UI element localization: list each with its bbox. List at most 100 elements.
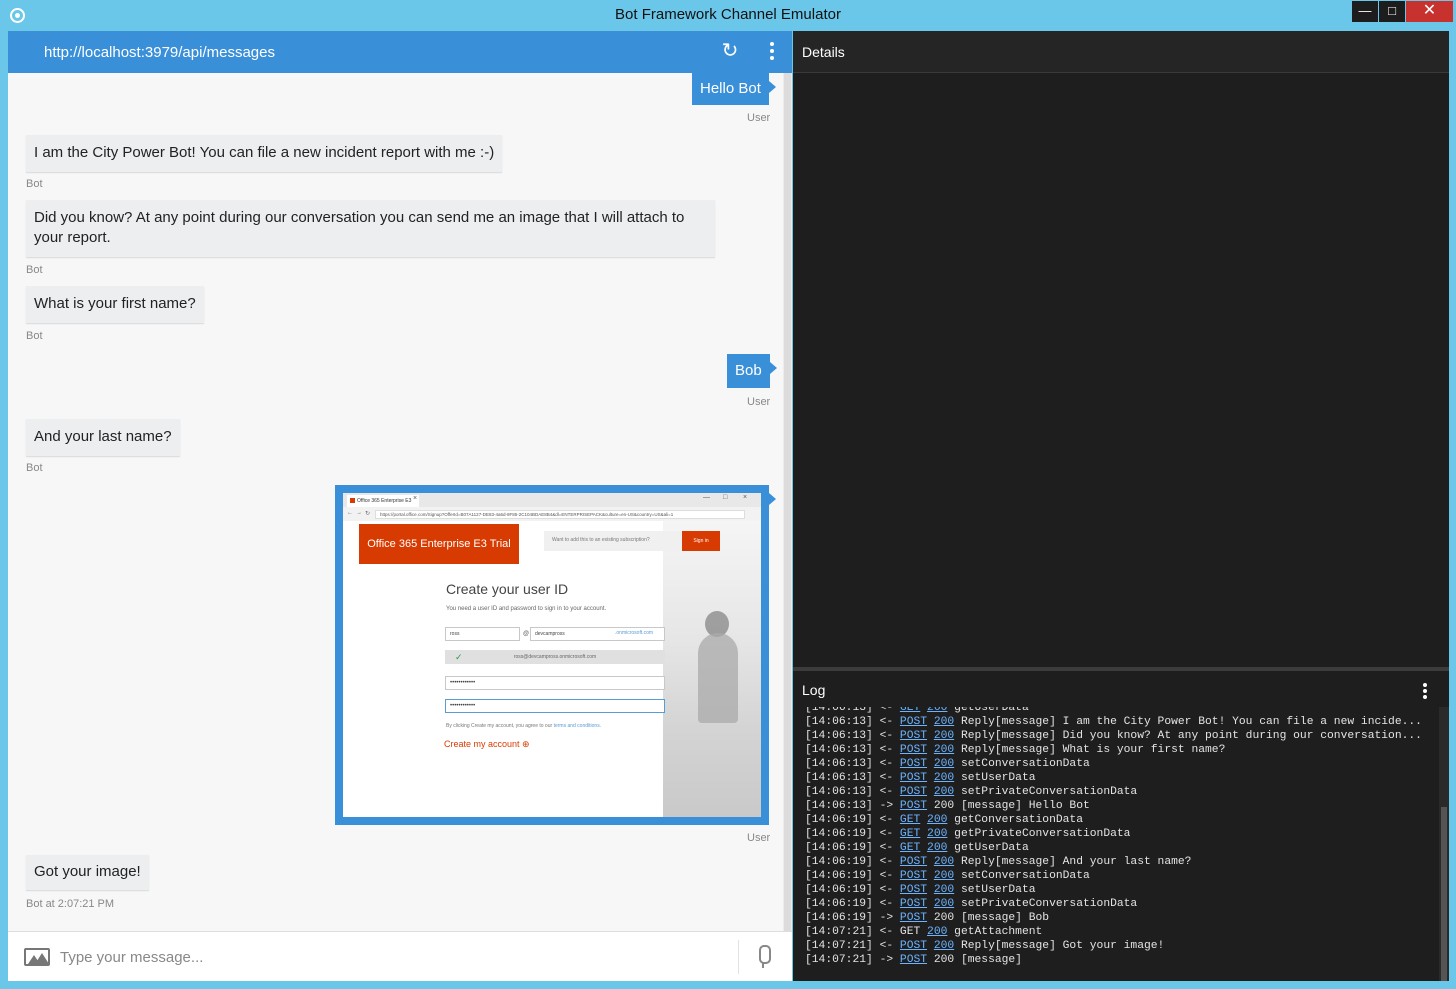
log-status[interactable]: 200: [927, 828, 947, 840]
minimize-button[interactable]: —: [1352, 1, 1378, 22]
log-method[interactable]: POST: [900, 870, 927, 882]
log-line: [14:06:19] <- POST 200 setUserData: [805, 883, 1422, 897]
log-line: [14:06:19] -> POST 200 [message] Bob: [805, 911, 1422, 925]
message-sender: Bot: [26, 264, 43, 276]
log-text: setPrivateConversationData: [960, 898, 1138, 910]
signin-prompt-box: Want to add this to an existing subscrip…: [544, 531, 720, 551]
refresh-icon[interactable]: ↻: [720, 40, 740, 62]
log-scrollbar-thumb[interactable]: [1441, 807, 1447, 981]
log-text: setUserData: [960, 772, 1036, 784]
log-status[interactable]: 200: [934, 870, 954, 882]
maximize-button[interactable]: □: [1379, 1, 1405, 22]
log-text: Reply[message] What is your first name?: [960, 744, 1226, 756]
log-status[interactable]: 200: [934, 884, 954, 896]
tab-close-icon: ×: [413, 495, 418, 502]
chat-header: http://localhost:3979/api/messages ↻: [8, 31, 792, 73]
attach-image-icon[interactable]: [24, 948, 50, 966]
log-status[interactable]: 200: [934, 786, 954, 798]
log-line: [14:07:21] <- GET 200 getAttachment: [805, 925, 1422, 939]
log-scrollbar[interactable]: [1439, 707, 1449, 981]
log-method[interactable]: GET: [900, 707, 920, 714]
reload-icon: ↻: [365, 511, 371, 517]
log-status[interactable]: 200: [934, 772, 954, 784]
log-direction: <-: [879, 884, 894, 896]
log-method[interactable]: POST: [900, 786, 927, 798]
log-direction: <-: [879, 758, 894, 770]
log-direction: <-: [879, 744, 894, 756]
log-method[interactable]: POST: [900, 898, 927, 910]
log-timestamp: [14:07:21]: [805, 954, 873, 966]
log-status[interactable]: 200: [934, 898, 954, 910]
details-header: Details: [793, 31, 1449, 73]
log-method[interactable]: GET: [900, 814, 920, 826]
log-panel: Log [14:06:13] <- GET 200 getUserData [14…: [793, 671, 1449, 981]
log-direction: <-: [879, 898, 894, 910]
log-status[interactable]: 200: [934, 716, 954, 728]
log-timestamp: [14:06:13]: [805, 716, 873, 728]
log-timestamp: [14:06:19]: [805, 884, 873, 896]
log-line: [14:06:13] <- POST 200 setPrivateConvers…: [805, 785, 1422, 799]
log-lines: [14:06:13] <- GET 200 getUserData [14:06:…: [805, 707, 1422, 967]
log-timestamp: [14:06:13]: [805, 758, 873, 770]
at-sign: @: [523, 631, 530, 637]
log-status[interactable]: 200: [934, 940, 954, 952]
log-timestamp: [14:06:13]: [805, 730, 873, 742]
window-title: Bot Framework Channel Emulator: [615, 6, 841, 23]
log-text: Reply[message] Did you know? At any poin…: [960, 730, 1422, 742]
more-options-icon[interactable]: [764, 42, 780, 62]
message-sender: Bot: [26, 462, 43, 474]
log-status[interactable]: 200: [927, 842, 947, 854]
log-method[interactable]: GET: [900, 842, 920, 854]
log-method[interactable]: POST: [900, 758, 927, 770]
terms-text: By clicking Create my account, you agree…: [446, 723, 602, 729]
log-timestamp: [14:06:13]: [805, 772, 873, 784]
log-method[interactable]: POST: [900, 716, 927, 728]
log-method[interactable]: POST: [900, 800, 927, 812]
log-line: [14:06:13] <- POST 200 Reply[message] Di…: [805, 729, 1422, 743]
log-method[interactable]: POST: [900, 856, 927, 868]
log-line: [14:06:19] <- POST 200 setPrivateConvers…: [805, 897, 1422, 911]
bot-message: What is your first name?: [26, 286, 204, 323]
close-button[interactable]: ✕: [1406, 1, 1453, 22]
signin-button: Sign in: [682, 531, 720, 551]
image-attachment[interactable]: Office 365 Enterprise E3 × — □ × ← → ↻ h…: [335, 485, 776, 825]
log-method[interactable]: POST: [900, 730, 927, 742]
log-body: [14:06:13] <- GET 200 getUserData [14:06:…: [793, 707, 1439, 981]
microphone-icon[interactable]: [756, 945, 771, 969]
log-direction: <-: [879, 772, 894, 784]
log-line: [14:07:21] <- POST 200 Reply[message] Go…: [805, 939, 1422, 953]
log-status[interactable]: 200: [927, 926, 947, 938]
message-sender: User: [747, 396, 771, 408]
log-status: 200: [933, 912, 955, 924]
log-method[interactable]: POST: [900, 744, 927, 756]
input-divider: [738, 940, 739, 974]
chat-scrollbar[interactable]: [783, 73, 792, 931]
log-status[interactable]: 200: [934, 730, 954, 742]
log-method[interactable]: POST: [900, 912, 927, 924]
log-status[interactable]: 200: [934, 856, 954, 868]
log-status[interactable]: 200: [927, 814, 947, 826]
log-status[interactable]: 200: [934, 744, 954, 756]
log-text: setConversationData: [960, 758, 1090, 770]
log-options-icon[interactable]: [1420, 683, 1430, 701]
log-timestamp: [14:06:13]: [805, 707, 873, 714]
log-method[interactable]: POST: [900, 772, 927, 784]
message-input[interactable]: [60, 944, 720, 970]
log-text: [message] Bob: [960, 912, 1050, 924]
log-text: getConversationData: [954, 814, 1083, 826]
log-method[interactable]: POST: [900, 940, 927, 952]
office-trial-banner: Office 365 Enterprise E3 Trial: [359, 524, 519, 564]
log-status[interactable]: 200: [934, 758, 954, 770]
log-status[interactable]: 200: [927, 707, 947, 714]
log-timestamp: [14:06:19]: [805, 898, 873, 910]
message-timestamp: Bot at 2:07:21 PM: [26, 898, 115, 910]
log-method[interactable]: GET: [900, 828, 920, 840]
log-method[interactable]: POST: [900, 954, 927, 966]
browser-tab: Office 365 Enterprise E3: [347, 495, 419, 507]
endpoint-url[interactable]: http://localhost:3979/api/messages: [44, 44, 275, 61]
log-method[interactable]: POST: [900, 884, 927, 896]
chat-panel: http://localhost:3979/api/messages ↻ Hel…: [8, 31, 792, 981]
log-line: [14:06:19] <- POST 200 Reply[message] An…: [805, 855, 1422, 869]
chat-scrollbar-thumb[interactable]: [784, 73, 791, 931]
signin-prompt: Want to add this to an existing subscrip…: [552, 537, 650, 543]
